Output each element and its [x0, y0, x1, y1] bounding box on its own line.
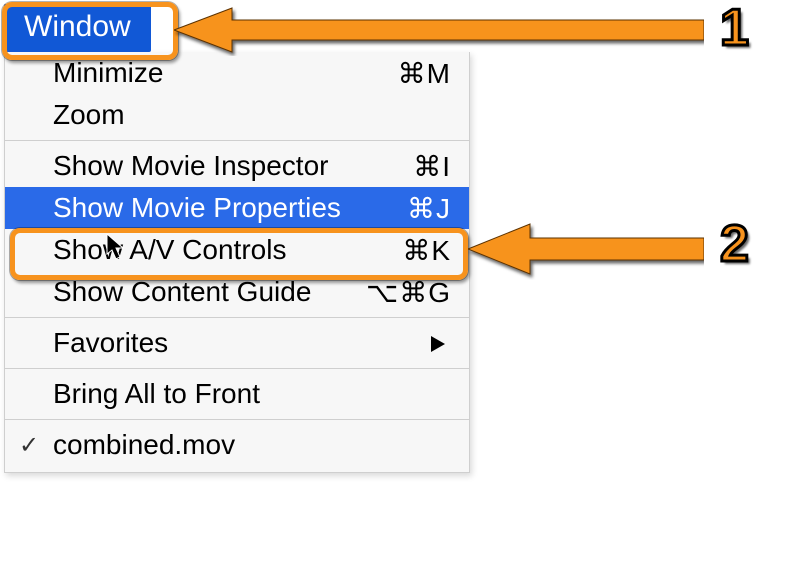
- menu-item-label: Minimize: [53, 57, 398, 89]
- annotation-arrow-2: [468, 218, 704, 280]
- menu-item-show-movie-properties[interactable]: Show Movie Properties⌘J: [5, 187, 469, 229]
- annotation-number-1: 1: [720, 0, 749, 58]
- menu-item-label: Favorites: [53, 327, 431, 359]
- annotation-number-2: 2: [720, 214, 749, 274]
- menu-title-label: Window: [24, 10, 131, 43]
- menu-item-label: combined.mov: [53, 429, 451, 461]
- menu-divider: [5, 140, 469, 141]
- menu-item-label: Show A/V Controls: [53, 234, 402, 266]
- menu-item-shortcut: ⌘J: [407, 192, 469, 225]
- menu-item-favorites[interactable]: Favorites: [5, 322, 469, 364]
- menu-item-shortcut: ⌘I: [413, 150, 469, 183]
- checkmark-icon: ✓: [5, 431, 53, 460]
- menu-item-label: Bring All to Front: [53, 378, 451, 410]
- menu-item-shortcut: ⌥⌘G: [366, 276, 469, 309]
- menu-item-shortcut: ⌘M: [398, 57, 469, 90]
- menu-item-show-a-v-controls[interactable]: Show A/V Controls⌘K: [5, 229, 469, 271]
- menu-item-bring-all-to-front[interactable]: Bring All to Front: [5, 373, 469, 415]
- menu-divider: [5, 419, 469, 420]
- menu-item-minimize[interactable]: Minimize⌘M: [5, 52, 469, 94]
- menu-item-shortcut: ⌘K: [402, 234, 469, 267]
- menu-item-show-movie-inspector[interactable]: Show Movie Inspector⌘I: [5, 145, 469, 187]
- menu-divider: [5, 317, 469, 318]
- window-menu: Window Minimize⌘M Zoom Show Movie Inspecto…: [4, 4, 470, 473]
- dropdown-menu: Minimize⌘MZoomShow Movie Inspector⌘IShow…: [4, 52, 470, 473]
- menu-item-label: Show Movie Properties: [53, 192, 407, 224]
- menu-item-label: Show Content Guide: [53, 276, 366, 308]
- menu-item-label: Zoom: [53, 99, 451, 131]
- menu-title-window[interactable]: Window: [4, 4, 151, 52]
- submenu-arrow-icon: [431, 327, 469, 359]
- menu-item-zoom[interactable]: Zoom: [5, 94, 469, 136]
- menu-divider: [5, 368, 469, 369]
- menu-item-combined-mov[interactable]: ✓combined.mov: [5, 424, 469, 466]
- menu-item-show-content-guide[interactable]: Show Content Guide⌥⌘G: [5, 271, 469, 313]
- menu-item-label: Show Movie Inspector: [53, 150, 413, 182]
